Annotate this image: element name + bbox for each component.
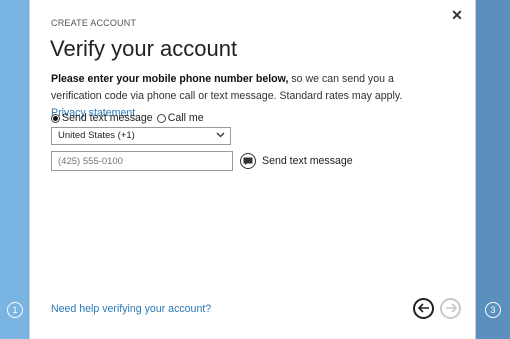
divider	[475, 0, 476, 339]
left-side-panel: 1	[0, 0, 29, 339]
right-side-panel: 3	[476, 0, 510, 339]
radio-selected-dot	[53, 115, 58, 121]
message-icon	[240, 153, 256, 169]
help-verify-link[interactable]: Need help verifying your account?	[51, 303, 211, 315]
radio-send-text[interactable]	[51, 113, 60, 123]
send-text-message-label: Send text message	[262, 155, 353, 167]
radio-call-me-label[interactable]: Call me	[168, 112, 204, 124]
country-select[interactable]: United States (+1)	[51, 127, 231, 145]
send-text-message-button[interactable]: Send text message	[240, 151, 353, 171]
description-bold: Please enter your mobile phone number be…	[51, 73, 289, 85]
step-number: 3	[490, 305, 496, 315]
page-title: Verify your account	[50, 36, 238, 61]
next-button[interactable]	[440, 298, 461, 319]
radio-call-me[interactable]	[156, 113, 166, 123]
phone-number-input[interactable]	[51, 151, 233, 171]
verification-method-group: Send text message Call me	[51, 111, 208, 125]
arrow-left-icon	[417, 300, 430, 318]
close-button[interactable]: ✕	[450, 8, 464, 22]
step-indicator-right: 3	[485, 302, 501, 318]
radio-send-text-label[interactable]: Send text message	[62, 112, 153, 124]
verify-account-dialog: CREATE ACCOUNT ✕ Verify your account Ple…	[30, 0, 475, 339]
section-label: CREATE ACCOUNT	[51, 18, 137, 28]
back-button[interactable]	[413, 298, 434, 319]
arrow-right-icon	[445, 300, 457, 318]
step-indicator-left: 1	[7, 302, 23, 318]
country-select-value: United States (+1)	[58, 130, 135, 141]
step-number: 1	[12, 305, 18, 315]
chevron-down-icon	[216, 128, 225, 144]
close-icon: ✕	[451, 7, 463, 23]
